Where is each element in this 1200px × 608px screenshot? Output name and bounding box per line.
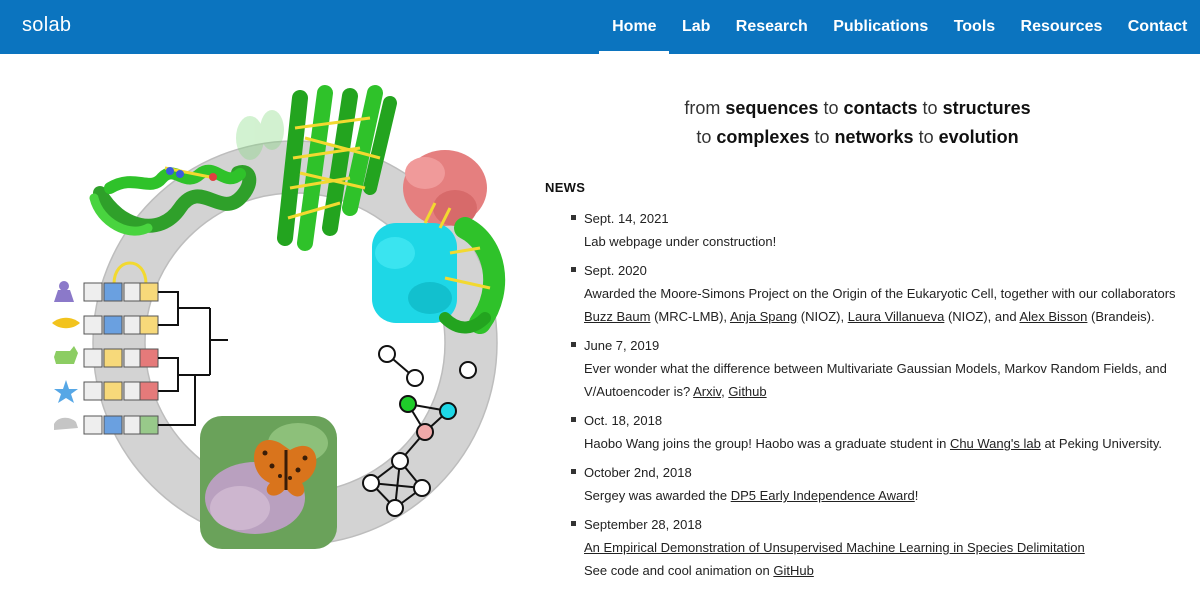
nav-tools[interactable]: Tools (941, 0, 1008, 54)
nav-publications[interactable]: Publications (821, 0, 942, 54)
link-arxiv[interactable]: Arxiv (693, 384, 721, 399)
news-text: Haobo Wang joins the group! Haobo was a … (584, 436, 1162, 451)
news-list: Sept. 14, 2021 Lab webpage under constru… (569, 207, 1179, 588)
news-date: September 28, 2018 (584, 517, 702, 532)
nav-contact[interactable]: Contact (1115, 0, 1200, 54)
nav-lab[interactable]: Lab (669, 0, 723, 54)
link-buzz-baum[interactable]: Buzz Baum (584, 309, 650, 324)
news-text: See code and cool animation on GitHub (584, 563, 814, 578)
news-date: Sept. 14, 2021 (584, 211, 669, 226)
news-item: October 2nd, 2018 Sergey was awarded the… (569, 461, 1179, 507)
news-heading: NEWS (545, 180, 586, 195)
news-date: Oct. 18, 2018 (584, 413, 663, 428)
news-item: June 7, 2019 Ever wonder what the differ… (569, 334, 1179, 403)
link-chu-wang-lab[interactable]: Chu Wang's lab (950, 436, 1041, 451)
news-text: An Empirical Demonstration of Unsupervis… (584, 536, 1179, 559)
news-text: Ever wonder what the difference between … (584, 361, 1167, 399)
link-dp5-award[interactable]: DP5 Early Independence Award (731, 488, 915, 503)
butterfly-photo (200, 416, 337, 549)
news-text: Sergey was awarded the DP5 Early Indepen… (584, 488, 919, 503)
top-navbar: solab Home Lab Research Publications Too… (0, 0, 1200, 54)
news-item: Sept. 14, 2021 Lab webpage under constru… (569, 207, 1179, 253)
nav-research[interactable]: Research (723, 0, 820, 54)
lab-tagline: from sequences to contacts to structures… (545, 94, 1170, 152)
main-nav: Home Lab Research Publications Tools Res… (599, 0, 1200, 54)
nav-home[interactable]: Home (599, 0, 670, 54)
site-brand-link[interactable]: solab (22, 14, 71, 37)
research-overview-illustration (52, 85, 506, 549)
tagline-line-1: from sequences to contacts to structures (684, 98, 1031, 118)
news-date: October 2nd, 2018 (584, 465, 692, 480)
link-github-animation[interactable]: GitHub (773, 563, 813, 578)
link-laura-villanueva[interactable]: Laura Villanueva (848, 309, 945, 324)
news-text: Lab webpage under construction! (584, 234, 777, 249)
nav-resources[interactable]: Resources (1008, 0, 1115, 54)
news-date: Sept. 2020 (584, 263, 647, 278)
link-species-delimitation-paper[interactable]: An Empirical Demonstration of Unsupervis… (584, 540, 1085, 555)
tagline-line-2: to complexes to networks to evolution (696, 127, 1019, 147)
link-anja-spang[interactable]: Anja Spang (730, 309, 797, 324)
species-icons (52, 281, 80, 430)
news-date: June 7, 2019 (584, 338, 660, 353)
news-item: Sept. 2020 Awarded the Moore-Simons Proj… (569, 259, 1179, 328)
news-text: Awarded the Moore-Simons Project on the … (584, 286, 1176, 324)
link-alex-bisson[interactable]: Alex Bisson (1019, 309, 1087, 324)
link-github[interactable]: Github (728, 384, 766, 399)
news-item: September 28, 2018 An Empirical Demonstr… (569, 513, 1179, 582)
news-item: Oct. 18, 2018 Haobo Wang joins the group… (569, 409, 1179, 455)
